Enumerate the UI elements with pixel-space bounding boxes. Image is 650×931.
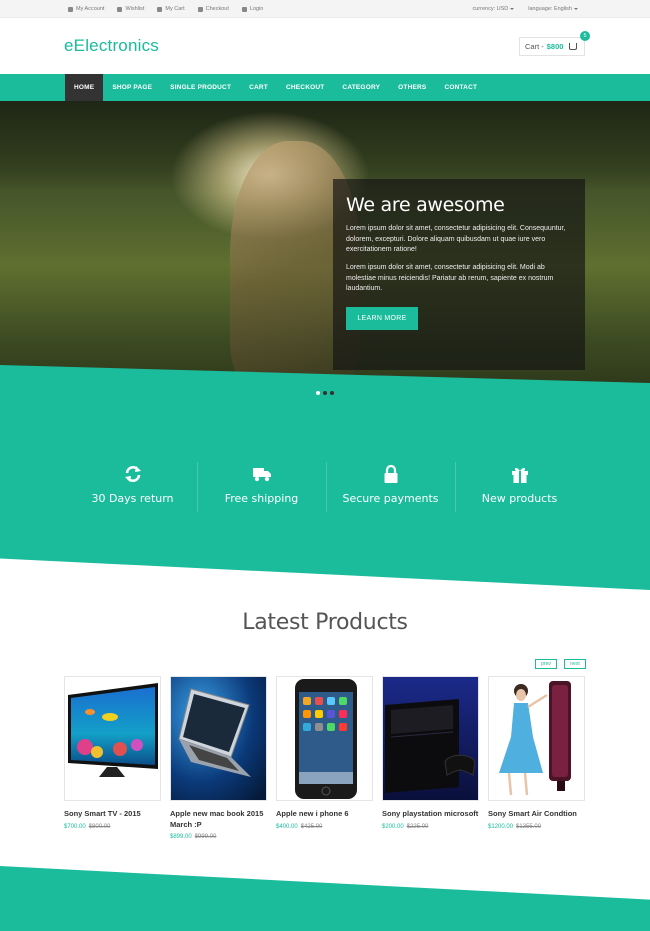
main-nav: HOME SHOP PAGE SINGLE PRODUCT CART CHECK… (0, 74, 650, 101)
product-card[interactable]: Sony playstation microsoft $200.00 $225.0… (382, 676, 479, 840)
heart-icon (117, 6, 123, 12)
product-image-macbook[interactable] (170, 676, 267, 801)
nav-category[interactable]: CATEGORY (333, 74, 389, 101)
nav-single-product[interactable]: SINGLE PRODUCT (161, 74, 240, 101)
learn-more-button[interactable]: LEARN MORE (346, 307, 418, 330)
nav-checkout[interactable]: CHECKOUT (277, 74, 333, 101)
product-name[interactable]: Sony Smart Air Condtion (488, 809, 585, 820)
language-dropdown[interactable]: language: English (528, 6, 578, 12)
my-account-link[interactable]: My Account (68, 6, 104, 12)
product-name[interactable]: Apple new mac book 2015 March :P (170, 809, 267, 830)
cart-amount: $800 (546, 42, 564, 51)
hero-paragraph-1: Lorem ipsum dolor sit amet, consectetur … (346, 225, 566, 253)
console-image (383, 677, 478, 800)
slider-dot[interactable] (330, 391, 334, 395)
nav-cart[interactable]: CART (240, 74, 277, 101)
hero-title: We are awesome (346, 194, 505, 216)
product-card[interactable]: Sony Smart TV - 2015 $700.00 $800.00 (64, 676, 161, 840)
cart-small-icon (157, 6, 163, 12)
top-bar: My Account Wishlist My Cart Checkout Log… (0, 0, 650, 18)
product-image-playstation[interactable] (382, 676, 479, 801)
site-logo[interactable]: eElectronics (64, 36, 159, 56)
product-carousel: Sony Smart TV - 2015 $700.00 $800.00 Appl… (64, 676, 588, 840)
product-price: $1200.00 $1355.00 (488, 823, 542, 830)
shopping-cart-icon (569, 43, 578, 50)
nav-home[interactable]: HOME (65, 74, 104, 101)
chevron-down-icon (574, 7, 578, 10)
login-link[interactable]: Login (241, 6, 263, 12)
feature-payments: Secure payments (326, 460, 455, 515)
hero-paragraph-2: Lorem ipsum dolor sit amet, consectetur … (346, 264, 554, 292)
product-image-iphone[interactable] (276, 676, 373, 801)
feature-shipping: Free shipping (197, 460, 326, 515)
product-card[interactable]: Apple new mac book 2015 March :P $899.00… (170, 676, 267, 840)
user-icon (241, 6, 247, 12)
slider-dots (316, 391, 334, 395)
feature-returns: 30 Days return (68, 460, 197, 515)
latest-products-title: Latest Products (242, 610, 408, 635)
product-card[interactable]: Apple new i phone 6 $400.00 $425.00 (276, 676, 373, 840)
products-next-button[interactable]: next (564, 659, 586, 669)
products-prev-button[interactable]: prev (535, 659, 557, 669)
product-image-air-conditioner[interactable] (488, 676, 585, 801)
my-cart-link[interactable]: My Cart (157, 6, 185, 12)
slider-dot-active[interactable] (323, 391, 327, 395)
cart-count-badge: 5 (580, 31, 590, 41)
product-name[interactable]: Sony playstation microsoft (382, 809, 479, 820)
truck-icon (252, 468, 271, 482)
checkout-link[interactable]: Checkout (197, 6, 229, 12)
feature-label: New products (481, 492, 558, 505)
footer-band (0, 866, 650, 931)
nav-shop-page[interactable]: SHOP PAGE (103, 74, 161, 101)
site-header: eElectronics Cart - $800 (0, 18, 650, 74)
nav-contact[interactable]: CONTACT (435, 74, 486, 101)
account-links: My Account Wishlist My Cart Checkout Log… (68, 6, 263, 12)
cart-label: Cart - (525, 42, 544, 51)
product-card[interactable]: Sony Smart Air Condtion $1200.00 $1355.00 (488, 676, 585, 840)
product-name[interactable]: Apple new i phone 6 (276, 809, 373, 820)
currency-dropdown[interactable]: currency: USD (473, 6, 515, 12)
chevron-down-icon (510, 7, 515, 10)
product-price: $700.00 $800.00 (64, 823, 111, 830)
cart-button[interactable]: Cart - $800 (519, 37, 585, 56)
product-name[interactable]: Sony Smart TV - 2015 (64, 809, 161, 820)
slider-dot[interactable] (316, 391, 320, 395)
air-conditioner-image (499, 681, 571, 796)
refresh-icon (124, 466, 141, 482)
tv-image (68, 683, 158, 777)
hero-caption: We are awesome Lorem ipsum dolor sit ame… (333, 179, 585, 370)
hero-slider[interactable]: We are awesome Lorem ipsum dolor sit ame… (0, 101, 650, 401)
gift-icon (511, 467, 528, 483)
user-icon (197, 6, 203, 12)
feature-label: 30 Days return (91, 492, 174, 505)
wishlist-link[interactable]: Wishlist (117, 6, 144, 12)
product-image-tv[interactable] (64, 676, 161, 801)
product-price: $400.00 $425.00 (276, 823, 323, 830)
lock-icon (384, 464, 397, 483)
product-price: $200.00 $225.00 (382, 823, 429, 830)
product-price: $899.00 $999.00 (170, 834, 217, 840)
feature-new-products: New products (455, 460, 584, 515)
feature-label: Secure payments (342, 492, 439, 505)
user-icon (68, 6, 73, 12)
laptop-image (171, 677, 266, 800)
feature-list: 30 Days return Free shipping Secure paym… (68, 460, 584, 515)
nav-others[interactable]: OTHERS (389, 74, 435, 101)
feature-label: Free shipping (224, 492, 299, 505)
phone-image (295, 679, 357, 799)
